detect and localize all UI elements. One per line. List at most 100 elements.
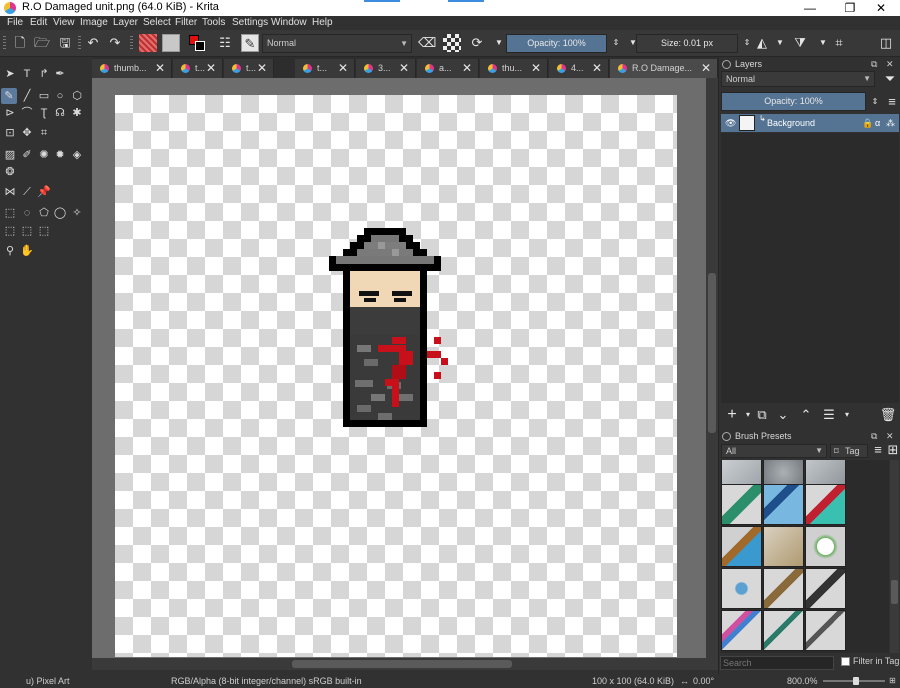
close-tab-icon[interactable]: ✕ bbox=[257, 59, 267, 77]
mirror-vertical-icon[interactable]: ⧩ bbox=[791, 34, 809, 52]
canvas-viewport[interactable] bbox=[92, 78, 706, 658]
brush-preset-icon[interactable]: ✎ bbox=[241, 34, 259, 52]
fill-bucket-icon[interactable]: ◈ bbox=[69, 147, 85, 163]
layer-blend-mode-select[interactable]: Normal ▼ bbox=[721, 71, 875, 87]
tab-document[interactable]: 3... ✕ bbox=[356, 59, 416, 78]
reference-images-icon[interactable]: ❂ bbox=[2, 164, 18, 180]
minimize-button[interactable]: — bbox=[795, 0, 825, 16]
rect-select-icon[interactable]: ⬚ bbox=[2, 205, 18, 221]
presets-view-icon[interactable]: ⊞ bbox=[884, 441, 900, 459]
zoom-tool-icon[interactable]: ⚲ bbox=[2, 243, 18, 259]
pattern-swatch-icon[interactable] bbox=[162, 34, 180, 52]
brush-preset-tile[interactable] bbox=[805, 610, 846, 651]
brush-settings-icon[interactable]: ☷ bbox=[216, 34, 234, 52]
close-tab-icon[interactable]: ✕ bbox=[592, 59, 602, 77]
transform-tool-icon[interactable]: ⊡ bbox=[2, 125, 18, 141]
canvas-horizontal-scrollbar[interactable] bbox=[92, 658, 718, 670]
delete-layer-icon[interactable]: 🗑 bbox=[879, 406, 897, 424]
toolbar-grip[interactable] bbox=[78, 36, 81, 51]
brush-preset-tile[interactable] bbox=[805, 568, 846, 609]
freehand-select-icon[interactable]: ◯ bbox=[52, 205, 68, 221]
close-tab-icon[interactable]: ✕ bbox=[155, 59, 165, 77]
smart-patch-icon[interactable]: ✺ bbox=[36, 147, 52, 163]
close-tab-icon[interactable]: ✕ bbox=[206, 59, 216, 77]
text-tool-icon[interactable]: T bbox=[19, 66, 35, 82]
layer-list-area[interactable] bbox=[721, 133, 899, 403]
menu-settings[interactable]: Settings bbox=[232, 17, 268, 28]
dropdown-arrow-icon[interactable]: ▾ bbox=[838, 406, 856, 424]
reload-preset-icon[interactable]: ⟳ bbox=[468, 34, 486, 52]
gradient-tool-icon[interactable]: ▨ bbox=[2, 147, 18, 163]
measure-tool-icon[interactable]: ⟋ bbox=[19, 184, 35, 200]
brush-preset-tile[interactable] bbox=[805, 484, 846, 525]
close-tab-icon[interactable]: ✕ bbox=[462, 59, 472, 77]
ellipse-select-icon[interactable]: ◌ bbox=[19, 205, 35, 221]
pin-icon[interactable]: 📌 bbox=[36, 184, 52, 200]
layer-lock-icon[interactable]: 🔒 bbox=[862, 114, 873, 132]
freehand-brush-icon[interactable]: ✎ bbox=[1, 88, 17, 104]
toolbar-grip[interactable] bbox=[130, 36, 133, 51]
tag-button[interactable]: ⌑ Tag bbox=[830, 444, 868, 458]
close-tab-icon[interactable]: ✕ bbox=[338, 59, 348, 77]
visibility-eye-icon[interactable]: 👁 bbox=[725, 114, 736, 132]
tab-document[interactable]: thumb... ✕ bbox=[92, 59, 172, 78]
preset-search-input[interactable] bbox=[720, 656, 834, 670]
polygon-select-icon[interactable]: ⬠ bbox=[36, 205, 52, 221]
menu-file[interactable]: File bbox=[7, 17, 23, 28]
tab-document[interactable]: 4... ✕ bbox=[549, 59, 609, 78]
opacity-spin-icon[interactable]: ⇕ bbox=[607, 34, 625, 52]
brush-preset-tile[interactable] bbox=[763, 484, 804, 525]
tab-document[interactable]: t... ✕ bbox=[295, 59, 355, 78]
layer-row-background[interactable]: 👁 ↳ Background 🔒 α ⁂ bbox=[721, 114, 899, 132]
preserve-alpha-icon[interactable] bbox=[443, 34, 461, 52]
menu-help[interactable]: Help bbox=[312, 17, 333, 28]
rectangle-tool-icon[interactable]: ▭ bbox=[36, 88, 52, 104]
menu-tools[interactable]: Tools bbox=[202, 17, 225, 28]
menu-view[interactable]: View bbox=[53, 17, 75, 28]
move-layer-up-icon[interactable]: ⌃ bbox=[797, 406, 815, 424]
scroll-thumb[interactable] bbox=[292, 660, 512, 668]
scroll-thumb[interactable] bbox=[891, 580, 898, 604]
eraser-icon[interactable]: ⌫ bbox=[418, 34, 436, 52]
calligraphy-icon[interactable]: ✒ bbox=[52, 66, 68, 82]
brush-preset-tile[interactable] bbox=[805, 526, 846, 567]
opacity-spin-icon[interactable]: ⇕ bbox=[866, 93, 884, 111]
edit-shapes-icon[interactable]: ↱ bbox=[36, 66, 52, 82]
brush-preset-grid[interactable] bbox=[721, 460, 889, 653]
size-slider[interactable]: Size: 0.01 px bbox=[636, 34, 738, 53]
alpha-lock-icon[interactable]: α bbox=[875, 114, 880, 132]
similar-select-icon[interactable]: ⬚ bbox=[2, 223, 18, 239]
toolbar-grip[interactable] bbox=[3, 36, 6, 51]
layer-menu-icon[interactable]: ≡ bbox=[883, 93, 900, 111]
open-folder-icon[interactable]: 🗁 bbox=[33, 34, 51, 52]
workspace-icon[interactable]: ◫ bbox=[877, 34, 895, 52]
close-docker-icon[interactable]: ✕ bbox=[886, 57, 894, 71]
layer-properties-icon[interactable]: ☰ bbox=[820, 406, 838, 424]
line-tool-icon[interactable]: ╱ bbox=[19, 88, 35, 104]
brush-preset-tile[interactable] bbox=[721, 610, 762, 651]
menu-edit[interactable]: Edit bbox=[30, 17, 47, 28]
brush-tag-filter-select[interactable]: All ▼ bbox=[721, 444, 827, 458]
brush-preset-tile[interactable] bbox=[721, 526, 762, 567]
inherit-alpha-icon[interactable]: ⁂ bbox=[886, 114, 895, 132]
move-layer-down-icon[interactable]: ⌄ bbox=[774, 406, 792, 424]
brush-preset-tile[interactable] bbox=[763, 610, 804, 651]
bezier-tool-icon[interactable]: ⌒ bbox=[19, 105, 35, 121]
close-tab-icon[interactable]: ✕ bbox=[399, 59, 409, 77]
new-document-icon[interactable]: 🗋 bbox=[11, 34, 29, 52]
crop-tool-icon[interactable]: ⌗ bbox=[36, 125, 52, 141]
duplicate-layer-icon[interactable]: ⧉ bbox=[753, 406, 771, 424]
multibrush-icon[interactable]: ✱ bbox=[69, 105, 85, 121]
assistant-tool-icon[interactable]: ⋈ bbox=[2, 184, 18, 200]
undo-icon[interactable]: ↶ bbox=[84, 34, 102, 52]
brush-preset-tile[interactable] bbox=[721, 484, 762, 525]
menu-layer[interactable]: Layer bbox=[113, 17, 138, 28]
freehand-path-icon[interactable]: Ʈ bbox=[36, 105, 52, 121]
polyline-tool-icon[interactable]: ⊳ bbox=[2, 105, 18, 121]
tab-document[interactable]: t... ✕ bbox=[224, 59, 274, 78]
canvas-vertical-scrollbar[interactable] bbox=[706, 78, 718, 658]
float-docker-icon[interactable]: ⧉ bbox=[871, 57, 877, 71]
docker-lock-icon[interactable] bbox=[722, 60, 731, 69]
blend-mode-select[interactable]: Normal ▼ bbox=[262, 34, 412, 53]
fullscreen-icon[interactable]: ⊞ bbox=[889, 676, 896, 685]
